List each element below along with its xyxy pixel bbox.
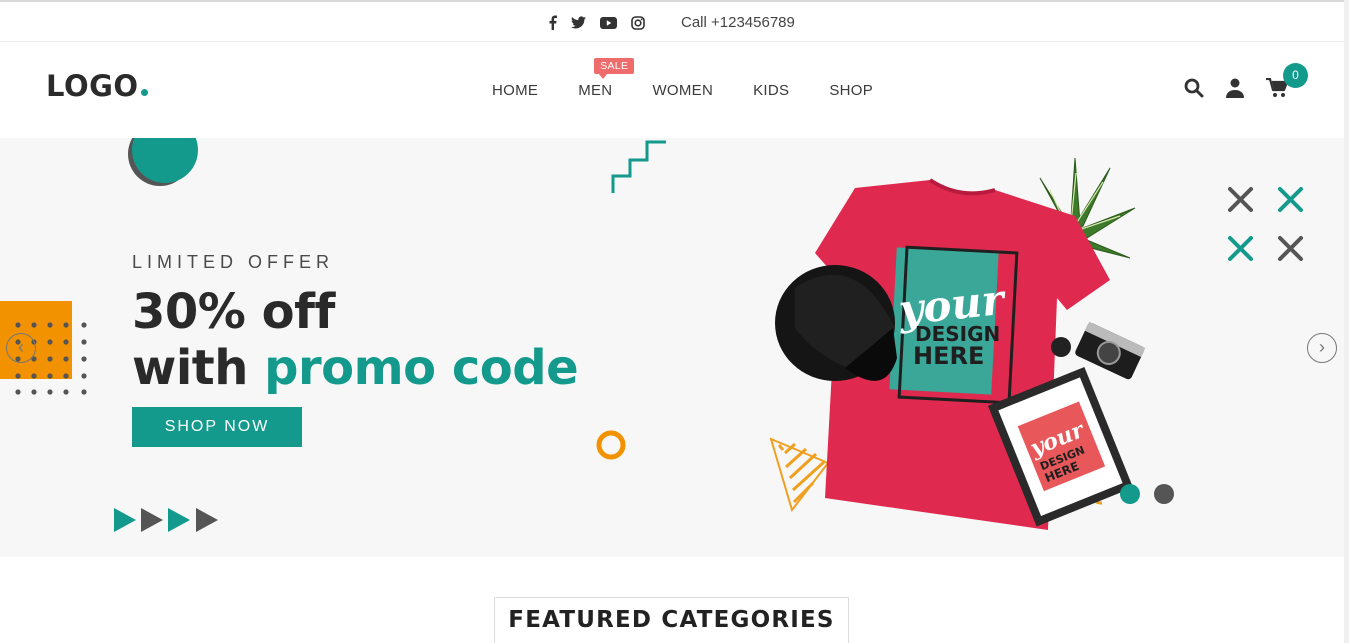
call-text: Call +123456789 bbox=[681, 14, 795, 31]
svg-text:HERE: HERE bbox=[913, 342, 984, 370]
slider-dots bbox=[1120, 484, 1174, 504]
featured-title: FEATURED CATEGORIES bbox=[508, 607, 835, 633]
sale-badge: SALE bbox=[594, 58, 635, 79]
logo-text: LOGO bbox=[46, 69, 139, 103]
top-bar: Call +123456789 bbox=[0, 0, 1349, 42]
logo[interactable]: LOGO bbox=[46, 69, 148, 103]
main-header: LOGO HOME MEN SALE WOMEN KIDS SHOP 0 bbox=[0, 42, 1349, 138]
youtube-icon[interactable] bbox=[600, 16, 617, 29]
nav-shop[interactable]: SHOP bbox=[829, 82, 873, 99]
nav-men[interactable]: MEN SALE bbox=[578, 58, 635, 99]
featured-categories-heading: FEATURED CATEGORIES bbox=[494, 597, 849, 643]
chevron-right-icon: › bbox=[1319, 337, 1325, 357]
hero-headline-line1: 30% off bbox=[132, 284, 335, 340]
instagram-icon[interactable] bbox=[631, 15, 645, 30]
search-icon[interactable] bbox=[1184, 78, 1204, 103]
scrollbar[interactable] bbox=[1344, 0, 1349, 643]
social-links bbox=[548, 15, 645, 30]
twitter-icon[interactable] bbox=[571, 16, 586, 29]
chevron-left-icon: ‹ bbox=[18, 337, 24, 357]
hero-subtitle: LIMITED OFFER bbox=[132, 252, 335, 272]
logo-dot bbox=[140, 89, 148, 96]
facebook-icon[interactable] bbox=[548, 15, 557, 30]
slider-dot-1[interactable] bbox=[1120, 484, 1140, 504]
shop-now-button[interactable]: SHOP NOW bbox=[132, 407, 302, 447]
hero-headline-line2-prefix: with bbox=[132, 340, 265, 396]
nav-women[interactable]: WOMEN bbox=[652, 82, 713, 99]
header-actions bbox=[1184, 77, 1289, 103]
nav-home[interactable]: HOME bbox=[492, 82, 538, 99]
slider-dot-2[interactable] bbox=[1154, 484, 1174, 504]
slider-next-button[interactable]: › bbox=[1307, 333, 1337, 363]
cart-count-badge: 0 bbox=[1283, 63, 1308, 88]
nav-men-label: MEN bbox=[578, 82, 613, 99]
slider-prev-button[interactable]: ‹ bbox=[6, 333, 36, 363]
main-nav: HOME MEN SALE WOMEN KIDS SHOP bbox=[492, 58, 873, 99]
nav-kids[interactable]: KIDS bbox=[753, 82, 789, 99]
hero-slider: your DESIGN HERE your DESIGN HERE LIMITE… bbox=[0, 138, 1349, 557]
hero-headline: 30% off with promo code bbox=[132, 284, 579, 396]
user-icon[interactable] bbox=[1226, 78, 1244, 103]
hero-headline-accent: promo code bbox=[264, 340, 579, 396]
